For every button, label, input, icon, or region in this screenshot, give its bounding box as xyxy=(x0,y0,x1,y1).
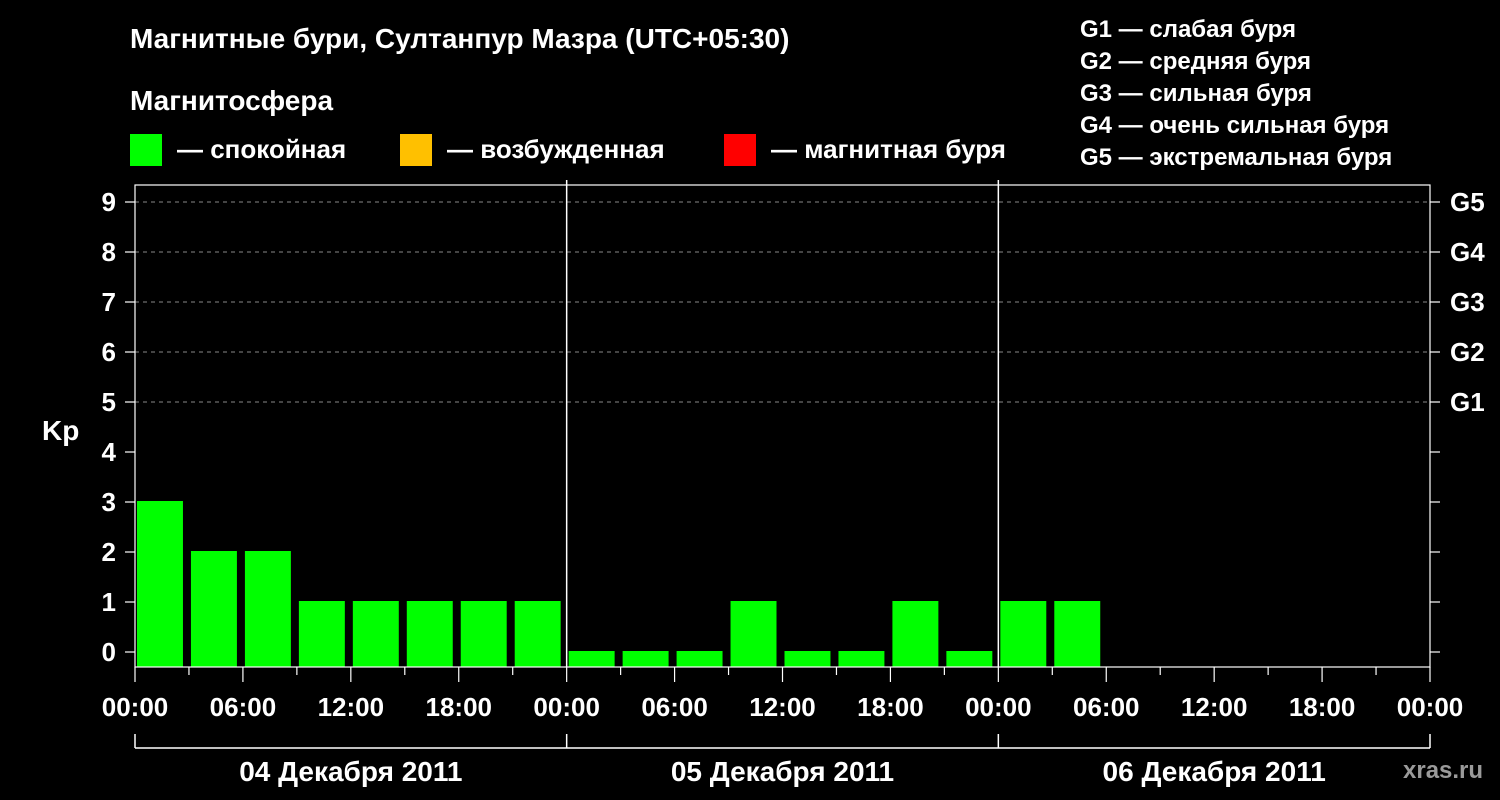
kp-bar xyxy=(1000,601,1047,667)
y-tick-label: 7 xyxy=(102,287,116,317)
x-tick-label: 00:00 xyxy=(533,692,600,722)
kp-bar xyxy=(460,601,507,667)
x-tick-label: 06:00 xyxy=(1073,692,1140,722)
kp-bar xyxy=(784,651,831,667)
y-tick-label: 6 xyxy=(102,337,116,367)
kp-bar xyxy=(244,551,291,667)
g-legend-item-g3: G3 — сильная буря xyxy=(1080,80,1312,107)
x-tick-label: 00:00 xyxy=(965,692,1032,722)
legend-label-storm: — магнитная буря xyxy=(771,134,1006,164)
y-tick-label: 1 xyxy=(102,587,116,617)
y-tick-label: 8 xyxy=(102,237,116,267)
kp-bar xyxy=(1054,601,1101,667)
kp-bar xyxy=(946,651,993,667)
y-tick-label: 3 xyxy=(102,487,116,517)
chart: Магнитные бури, Султанпур Мазра (UTC+05:… xyxy=(42,16,1486,787)
legend-label-excited: — возбужденная xyxy=(447,134,665,164)
g-scale-label: G4 xyxy=(1450,237,1485,267)
kp-bar xyxy=(352,601,399,667)
grid-lines xyxy=(135,201,1430,403)
kp-bar xyxy=(676,651,723,667)
y-tick-label: 0 xyxy=(102,637,116,667)
x-tick-label: 12:00 xyxy=(318,692,385,722)
kp-bar xyxy=(298,601,345,667)
chart-subtitle: Магнитосфера xyxy=(130,85,333,116)
x-tick-label: 06:00 xyxy=(641,692,708,722)
kp-bar xyxy=(514,601,561,667)
tick-labels: 0 1 2 3 4 5 6 7 8 9 G1 G2 G3 G4 G5 00:00 06:00 12:00 18:00… xyxy=(102,187,1486,787)
g-legend-item-g2: G2 — средняя буря xyxy=(1080,48,1311,75)
bars xyxy=(137,501,1101,667)
g-legend-item-g5: G5 — экстремальная буря xyxy=(1080,144,1392,171)
x-tick-label: 00:00 xyxy=(1397,692,1464,722)
g-legend-item-g4: G4 — очень сильная буря xyxy=(1080,112,1389,139)
watermark: xras.ru xyxy=(1403,757,1483,784)
kp-bar xyxy=(190,551,237,667)
legend-label-quiet: — спокойная xyxy=(177,134,346,164)
legend-swatch-excited xyxy=(400,134,432,166)
kp-bar xyxy=(568,651,615,667)
x-tick-label: 12:00 xyxy=(1181,692,1248,722)
x-tick-label: 18:00 xyxy=(1289,692,1356,722)
legend-swatch-storm xyxy=(724,134,756,166)
day-label: 06 Декабря 2011 xyxy=(1103,756,1326,787)
x-tick-label: 06:00 xyxy=(210,692,277,722)
g-scale-legend: G1 — слабая буря G2 — средняя буря G3 — … xyxy=(1080,16,1392,171)
day-label: 05 Декабря 2011 xyxy=(671,756,894,787)
x-tick-label: 18:00 xyxy=(857,692,924,722)
g-scale-label: G1 xyxy=(1450,387,1485,417)
x-tick-label: 12:00 xyxy=(749,692,816,722)
status-legend: — спокойная — возбужденная — магнитная б… xyxy=(130,134,1006,166)
g-scale-label: G3 xyxy=(1450,287,1485,317)
y-tick-label: 9 xyxy=(102,187,116,217)
kp-bar xyxy=(406,601,453,667)
day-label: 04 Декабря 2011 xyxy=(239,756,462,787)
y-tick-label: 5 xyxy=(102,387,116,417)
plot-frame xyxy=(134,184,1431,668)
x-tick-label: 00:00 xyxy=(102,692,169,722)
kp-bar xyxy=(137,501,183,667)
kp-bar xyxy=(838,651,885,667)
y-tick-label: 2 xyxy=(102,537,116,567)
g-legend-item-g1: G1 — слабая буря xyxy=(1080,16,1296,43)
x-tick-label: 18:00 xyxy=(426,692,493,722)
kp-bar xyxy=(622,651,669,667)
legend-swatch-quiet xyxy=(130,134,162,166)
chart-title: Магнитные бури, Султанпур Мазра (UTC+05:… xyxy=(130,23,789,54)
y-tick-label: 4 xyxy=(102,437,117,467)
kp-bar xyxy=(730,601,777,667)
kp-bar xyxy=(892,601,939,667)
y-axis-label: Kp xyxy=(42,415,79,446)
g-scale-label: G5 xyxy=(1450,187,1485,217)
g-scale-label: G2 xyxy=(1450,337,1485,367)
